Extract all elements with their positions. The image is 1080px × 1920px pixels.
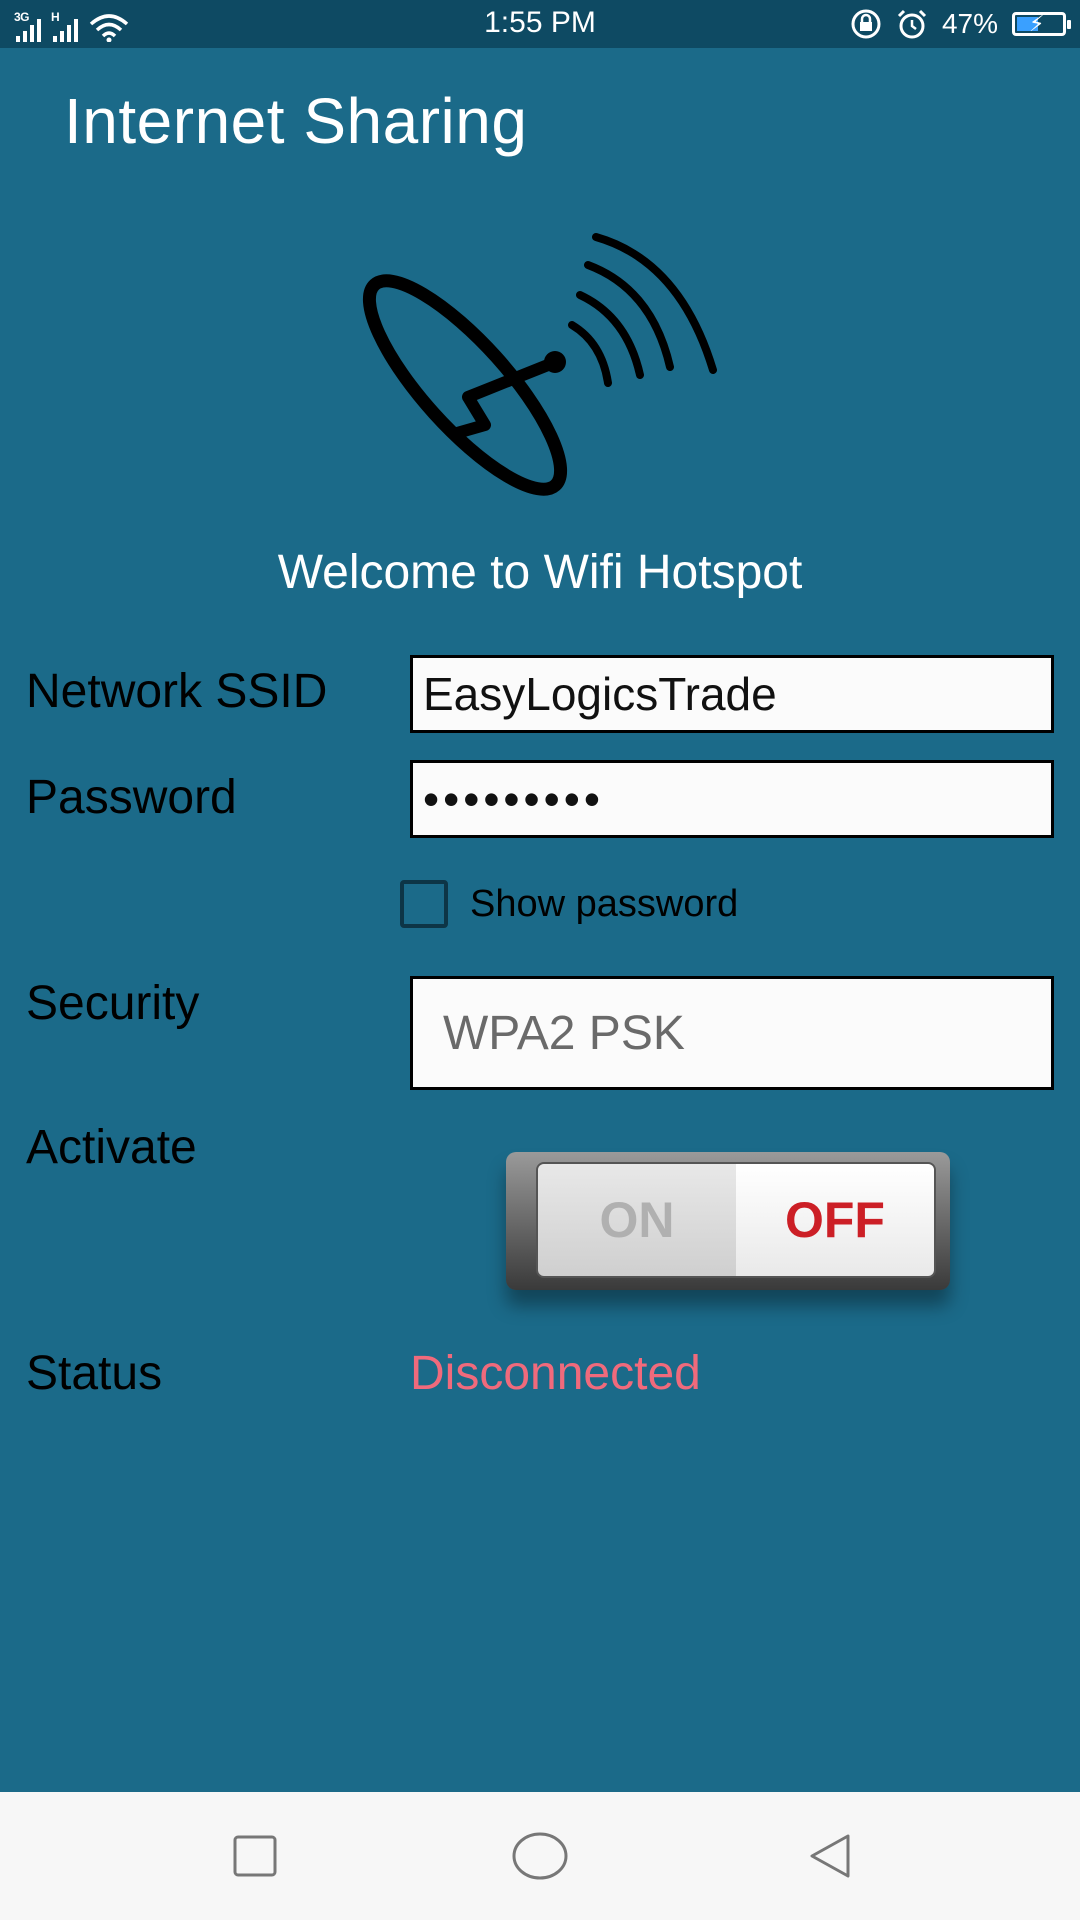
navigation-bar: [0, 1792, 1080, 1920]
security-value: WPA2 PSK: [443, 1006, 685, 1060]
show-password-row[interactable]: Show password: [400, 880, 738, 928]
battery-charging-icon: ⚡: [1012, 11, 1071, 36]
activate-toggle[interactable]: ON OFF: [506, 1152, 950, 1290]
home-icon[interactable]: [508, 1824, 572, 1888]
activate-label: Activate: [26, 1121, 197, 1174]
status-label: Status: [26, 1347, 163, 1400]
toggle-track: ON OFF: [536, 1162, 936, 1278]
show-password-label: Show password: [470, 882, 739, 925]
satellite-dish-icon: [362, 233, 717, 496]
ssid-label: Network SSID: [26, 665, 328, 718]
alarm-icon: [897, 9, 927, 39]
status-bar-right: 47% ⚡: [850, 6, 1071, 42]
screen-rotation-lock-icon: [851, 9, 881, 39]
security-label: Security: [26, 977, 200, 1030]
page-title: Internet Sharing: [64, 85, 528, 157]
connection-status: Disconnected: [410, 1347, 701, 1400]
password-label: Password: [26, 771, 237, 824]
password-input[interactable]: [410, 760, 1054, 838]
battery-percent: 47%: [941, 8, 998, 39]
toggle-on-label: ON: [538, 1164, 736, 1276]
ssid-input[interactable]: [410, 655, 1054, 733]
security-select[interactable]: WPA2 PSK: [410, 976, 1054, 1090]
welcome-text: Welcome to Wifi Hotspot: [277, 546, 803, 599]
show-password-checkbox[interactable]: [400, 880, 448, 928]
back-icon[interactable]: [798, 1824, 862, 1888]
toggle-off-label: OFF: [736, 1164, 934, 1276]
recent-apps-icon[interactable]: [223, 1824, 287, 1888]
status-bar: 3G H 1:55 PM 47% ⚡: [0, 0, 1080, 48]
